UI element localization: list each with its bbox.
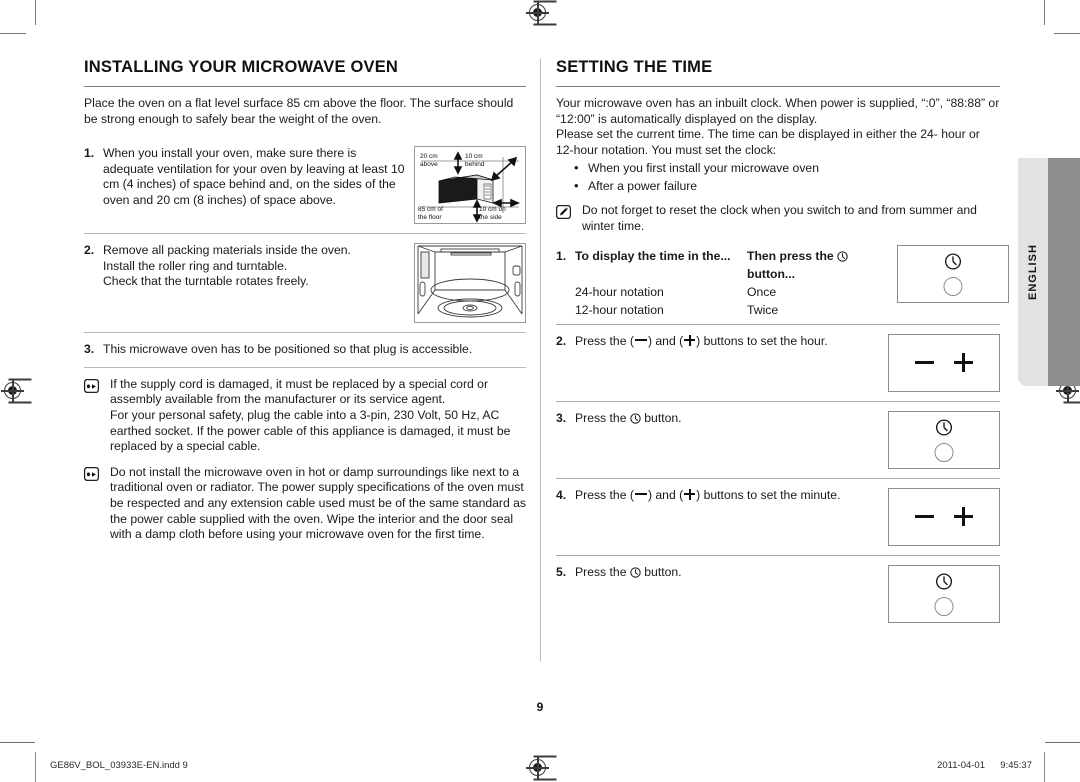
table-row: Once: [747, 284, 777, 299]
time-step-5-text: Press the button.: [575, 565, 880, 583]
footer-rule-right: [1045, 742, 1080, 743]
install-step-1-text: When you install your oven, make sure th…: [103, 146, 405, 207]
side-tab-dark-panel: [1048, 158, 1080, 386]
round-button-icon[interactable]: [934, 442, 954, 462]
time-step-3-text: Press the button.: [575, 411, 880, 429]
setting-time-note-text: Do not forget to reset the clock when yo…: [582, 203, 977, 233]
install-step-3: 3. This microwave oven has to be positio…: [84, 333, 526, 367]
install-step-2-text: Remove all packing materials inside the …: [103, 243, 351, 289]
vent-label-behind: 10 cm behind: [465, 153, 485, 168]
plus-button[interactable]: [954, 507, 973, 527]
setting-time-intro-2: Please set the current time. The time ca…: [556, 127, 980, 157]
manual-page: INSTALLING YOUR MICROWAVE OVEN Place the…: [0, 0, 1080, 782]
install-step-2-number: 2.: [84, 243, 95, 258]
oven-cavity-svg: [417, 245, 523, 318]
time-step-1-number: 1.: [556, 248, 567, 263]
plus-icon: [684, 334, 696, 346]
ventilation-clearance-diagram: 20 cm above 10 cm behind 85 cm of the fl…: [414, 146, 526, 225]
table-row: Twice: [747, 302, 779, 317]
time-step-4-text: Press the () and () buttons to set the m…: [575, 487, 841, 502]
minus-plus-button-panel: [888, 333, 1000, 392]
vent-label-above: 20 cm above: [420, 153, 438, 168]
language-side-tab: ENGLISH: [1018, 158, 1080, 386]
minus-button[interactable]: [915, 361, 934, 365]
install-note-1: If the supply cord is damaged, it must b…: [83, 368, 526, 461]
clock-icon[interactable]: [944, 253, 962, 275]
column-divider: [540, 58, 541, 662]
table-row: 12-hour notation: [575, 302, 664, 317]
time-step-2-text: Press the () and () buttons to set the h…: [575, 333, 828, 348]
clock-button-panel: [897, 241, 1009, 303]
clock-icon: [630, 566, 641, 583]
pencil-note-icon: [555, 205, 573, 220]
footer-file-name: GE86V_BOL_03933E-EN.indd 9: [50, 760, 188, 771]
side-tab-label: ENGLISH: [1027, 244, 1039, 300]
clock-icon: [630, 412, 641, 429]
vent-label-side: 10 cm on the side: [479, 206, 506, 221]
setting-time-title-rule: [556, 86, 1000, 87]
time-step-5: 5. Press the button.: [556, 556, 1000, 632]
table-header-col2: Then press the button...: [747, 241, 897, 282]
setting-time-intro-1: Your microwave oven has an inbuilt clock…: [556, 96, 1000, 126]
minus-icon: [634, 492, 647, 496]
installing-intro-text: Place the oven on a flat level surface 8…: [84, 96, 514, 126]
oven-cavity-turntable-diagram: [414, 243, 526, 324]
round-button-icon[interactable]: [943, 276, 963, 296]
page-number: 9: [536, 700, 544, 714]
time-step-2: 2. Press the () and () buttons to set th…: [556, 325, 1000, 401]
time-step-4-number: 4.: [556, 487, 567, 502]
installing-section-title: INSTALLING YOUR MICROWAVE OVEN: [84, 58, 399, 76]
install-note-2-text: Do not install the microwave oven in hot…: [110, 464, 526, 542]
left-column: INSTALLING YOUR MICROWAVE OVEN Place the…: [83, 58, 526, 549]
install-note-2: Do not install the microwave oven in hot…: [83, 461, 526, 549]
install-step-1: 1. When you install your oven, make sure…: [84, 137, 526, 233]
clock-icon[interactable]: [935, 573, 953, 595]
clock-icon[interactable]: [935, 419, 953, 441]
list-item: After a power failure: [574, 177, 1000, 196]
list-item: When you first install your microwave ov…: [574, 159, 1000, 178]
pointing-hand-icon: [83, 466, 101, 482]
footer-bar-left: [35, 752, 36, 782]
clock-button-panel: [888, 564, 1000, 623]
table-header-col1: To display the time in the...: [575, 248, 731, 263]
footer-rule-left: [0, 742, 35, 743]
minus-button[interactable]: [915, 515, 934, 519]
time-step-3: 3. Press the button.: [556, 402, 1000, 478]
setting-time-section-title: SETTING THE TIME: [556, 58, 713, 76]
table-row: 24-hour notation: [575, 284, 664, 299]
pointing-hand-icon: [83, 378, 101, 394]
minus-icon: [634, 338, 647, 342]
time-step-3-number: 3.: [556, 410, 567, 425]
minus-plus-button-panel: [888, 487, 1000, 546]
footer-time: 9:45:37: [1000, 760, 1032, 771]
clock-reset-conditions: When you first install your microwave ov…: [556, 159, 1000, 196]
time-step-4: 4. Press the () and () buttons to set th…: [556, 479, 1000, 555]
time-step-2-number: 2.: [556, 333, 567, 348]
setting-time-note: Do not forget to reset the clock when yo…: [555, 199, 1000, 240]
plus-icon: [684, 488, 696, 500]
install-note-1-text: If the supply cord is damaged, it must b…: [110, 376, 511, 454]
install-step-1-number: 1.: [84, 146, 95, 161]
vent-label-floor: 85 cm of the floor: [418, 206, 443, 221]
round-button-icon[interactable]: [934, 596, 954, 616]
install-step-2: 2. Remove all packing materials inside t…: [84, 234, 526, 332]
time-step-5-number: 5.: [556, 564, 567, 579]
footer-date: 2011-04-01: [937, 760, 985, 771]
plus-button[interactable]: [954, 353, 973, 373]
right-column: SETTING THE TIME Your microwave oven has…: [555, 58, 1009, 632]
install-step-3-number: 3.: [84, 342, 95, 357]
footer-bar-right: [1044, 752, 1045, 782]
clock-icon: [837, 250, 848, 266]
install-step-3-text: This microwave oven has to be positioned…: [103, 342, 473, 357]
clock-notation-table: 1. To display the time in the... Then pr…: [556, 241, 1009, 324]
installing-title-rule: [84, 86, 526, 87]
clock-button-panel: [888, 410, 1000, 469]
